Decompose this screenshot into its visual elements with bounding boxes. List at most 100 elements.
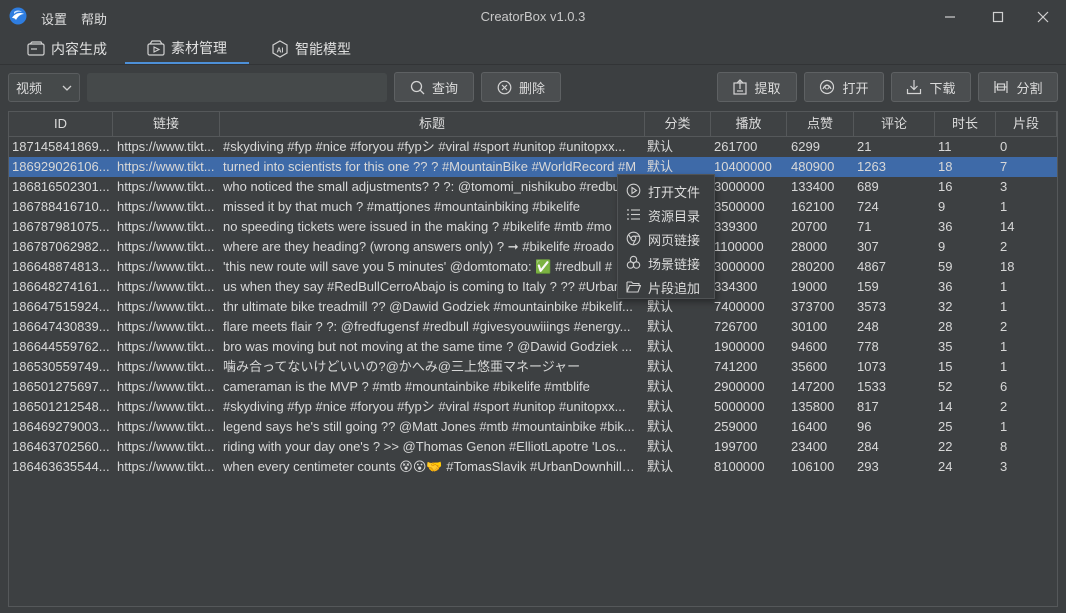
query-button[interactable]: 查询 bbox=[394, 72, 474, 102]
cell-title: when every centimeter counts 😵😮🤝 #TomasS… bbox=[223, 459, 644, 474]
ctx-scene-link[interactable]: 场景链接 bbox=[618, 250, 714, 274]
cell-title: us when they say #RedBullCerroAbajo is c… bbox=[223, 279, 622, 294]
column-header-segments[interactable]: 片段 bbox=[996, 112, 1057, 136]
tab-ai-model[interactable]: AI 智能模型 bbox=[262, 33, 360, 64]
cell-id: 186644559762... bbox=[12, 339, 110, 354]
column-header-comments[interactable]: 评论 bbox=[854, 112, 935, 136]
cell-likes: 280200 bbox=[791, 259, 835, 274]
cell-duration: 15 bbox=[938, 359, 953, 374]
column-header-link[interactable]: 链接 bbox=[113, 112, 220, 136]
cell-likes: 135800 bbox=[791, 399, 835, 414]
column-header-plays[interactable]: 播放 bbox=[711, 112, 787, 136]
ctx-append-segment[interactable]: 片段追加 bbox=[618, 274, 714, 298]
table-row[interactable]: 186644559762... https://www.tikt... bro wa… bbox=[9, 337, 1057, 357]
minimize-icon bbox=[945, 15, 955, 18]
ctx-open-file[interactable]: 打开文件 bbox=[618, 178, 714, 202]
column-header-title[interactable]: 标题 bbox=[220, 112, 645, 136]
cell-plays: 334300 bbox=[714, 279, 758, 294]
cell-comments: 1533 bbox=[857, 379, 886, 394]
download-button[interactable]: 下载 bbox=[891, 72, 971, 102]
column-header-id[interactable]: ID bbox=[9, 112, 113, 136]
cell-link: https://www.tikt... bbox=[117, 139, 215, 154]
table-row[interactable]: 186647515924... https://www.tikt... thr ul… bbox=[9, 297, 1057, 317]
cell-link: https://www.tikt... bbox=[117, 299, 215, 314]
search-input[interactable] bbox=[87, 73, 387, 102]
table-row[interactable]: 186929026106... https://www.tikt... turned… bbox=[9, 157, 1057, 177]
close-button[interactable] bbox=[1020, 0, 1066, 33]
tab-label: 内容生成 bbox=[51, 40, 107, 57]
extract-button[interactable]: 提取 bbox=[717, 72, 797, 102]
cell-comments: 96 bbox=[857, 419, 872, 434]
cell-plays: 7400000 bbox=[714, 299, 765, 314]
tab-content-generate[interactable]: 内容生成 bbox=[18, 33, 116, 64]
cell-id: 186788416710... bbox=[12, 199, 110, 214]
cell-duration: 16 bbox=[938, 179, 953, 194]
cell-comments: 284 bbox=[857, 439, 879, 454]
table-row[interactable]: 186469279003... https://www.tikt... legend… bbox=[9, 417, 1057, 437]
minimize-button[interactable] bbox=[927, 0, 973, 33]
cell-likes: 94600 bbox=[791, 339, 828, 354]
table-row[interactable]: 186463702560... https://www.tikt... riding… bbox=[9, 437, 1057, 457]
column-header-duration[interactable]: 时长 bbox=[935, 112, 996, 136]
cell-link: https://www.tikt... bbox=[117, 259, 215, 274]
cell-title: bro was moving but not moving at the sam… bbox=[223, 339, 633, 354]
cell-likes: 16400 bbox=[791, 419, 828, 434]
type-select[interactable]: 视频 bbox=[8, 73, 80, 102]
ctx-item-label: 资源目录 bbox=[648, 209, 701, 224]
table-row[interactable]: 186530559749... https://www.tikt... 噛み合ってな… bbox=[9, 357, 1057, 377]
cell-segments: 3 bbox=[1000, 179, 1008, 194]
cell-link: https://www.tikt... bbox=[117, 279, 215, 294]
cell-link: https://www.tikt... bbox=[117, 379, 215, 394]
table-row[interactable]: 186648274161... https://www.tikt... us whe… bbox=[9, 277, 1057, 297]
cell-segments: 6 bbox=[1000, 379, 1008, 394]
table-row[interactable]: 186816502301... https://www.tikt... who no… bbox=[9, 177, 1057, 197]
list-icon bbox=[627, 209, 640, 220]
table-row[interactable]: 186788416710... https://www.tikt... missed… bbox=[9, 197, 1057, 217]
window-title: CreatorBox v1.0.3 bbox=[480, 9, 586, 24]
table-row[interactable]: 186501275697... https://www.tikt... camera… bbox=[9, 377, 1057, 397]
cell-duration: 11 bbox=[938, 139, 952, 154]
table-row[interactable]: 186463635544... https://www.tikt... when e… bbox=[9, 457, 1057, 477]
scene-link-icon bbox=[626, 255, 641, 269]
cell-likes: 19000 bbox=[791, 279, 828, 294]
cell-category: 默认 bbox=[647, 299, 674, 314]
cell-duration: 59 bbox=[938, 259, 953, 274]
cell-comments: 1073 bbox=[857, 359, 886, 374]
table-row[interactable]: 186787981075... https://www.tikt... no spe… bbox=[9, 217, 1057, 237]
column-header-likes[interactable]: 点赞 bbox=[787, 112, 854, 136]
cell-id: 186501212548... bbox=[12, 399, 110, 414]
cell-id: 186787062982... bbox=[12, 239, 110, 254]
delete-button-label: 删除 bbox=[518, 80, 545, 96]
cell-likes: 162100 bbox=[791, 199, 835, 214]
cell-comments: 817 bbox=[857, 399, 879, 414]
chrome-icon bbox=[626, 231, 641, 246]
table-row[interactable]: 186501212548... https://www.tikt... #skydi… bbox=[9, 397, 1057, 417]
material-table[interactable]: ID 链接 标题 分类 播放 点赞 评论 时长 片段 187145841869... https:… bbox=[8, 111, 1058, 607]
cell-comments: 71 bbox=[857, 219, 872, 234]
ctx-web-link[interactable]: 网页链接 bbox=[618, 226, 714, 250]
split-button[interactable]: 分割 bbox=[978, 72, 1058, 102]
maximize-button[interactable] bbox=[975, 0, 1021, 33]
table-row[interactable]: 186787062982... https://www.tikt... where … bbox=[9, 237, 1057, 257]
cell-id: 186787981075... bbox=[12, 219, 110, 234]
delete-button[interactable]: 删除 bbox=[481, 72, 561, 102]
tab-label: 智能模型 bbox=[295, 40, 351, 57]
column-header-category[interactable]: 分类 bbox=[645, 112, 711, 136]
tab-material-manage[interactable]: 素材管理 bbox=[125, 33, 249, 64]
cell-segments: 1 bbox=[1000, 419, 1008, 434]
extract-icon bbox=[733, 79, 748, 95]
cell-segments: 1 bbox=[1000, 279, 1008, 294]
open-button[interactable]: 打开 bbox=[804, 72, 884, 102]
open-button-label: 打开 bbox=[842, 80, 869, 96]
table-row[interactable]: 186648874813... https://www.tikt... 'this … bbox=[9, 257, 1057, 277]
table-row[interactable]: 187145841869... https://www.tikt... #skydi… bbox=[9, 137, 1057, 157]
cell-duration: 22 bbox=[938, 439, 953, 454]
cell-link: https://www.tikt... bbox=[117, 219, 215, 234]
divider bbox=[0, 64, 1066, 65]
table-row[interactable]: 186647430839... https://www.tikt... flare … bbox=[9, 317, 1057, 337]
cell-likes: 133400 bbox=[791, 179, 835, 194]
ctx-resource-dir[interactable]: 资源目录 bbox=[618, 202, 714, 226]
cell-category: 默认 bbox=[647, 319, 674, 334]
cell-likes: 480900 bbox=[791, 159, 835, 174]
content-generate-icon bbox=[27, 40, 45, 56]
